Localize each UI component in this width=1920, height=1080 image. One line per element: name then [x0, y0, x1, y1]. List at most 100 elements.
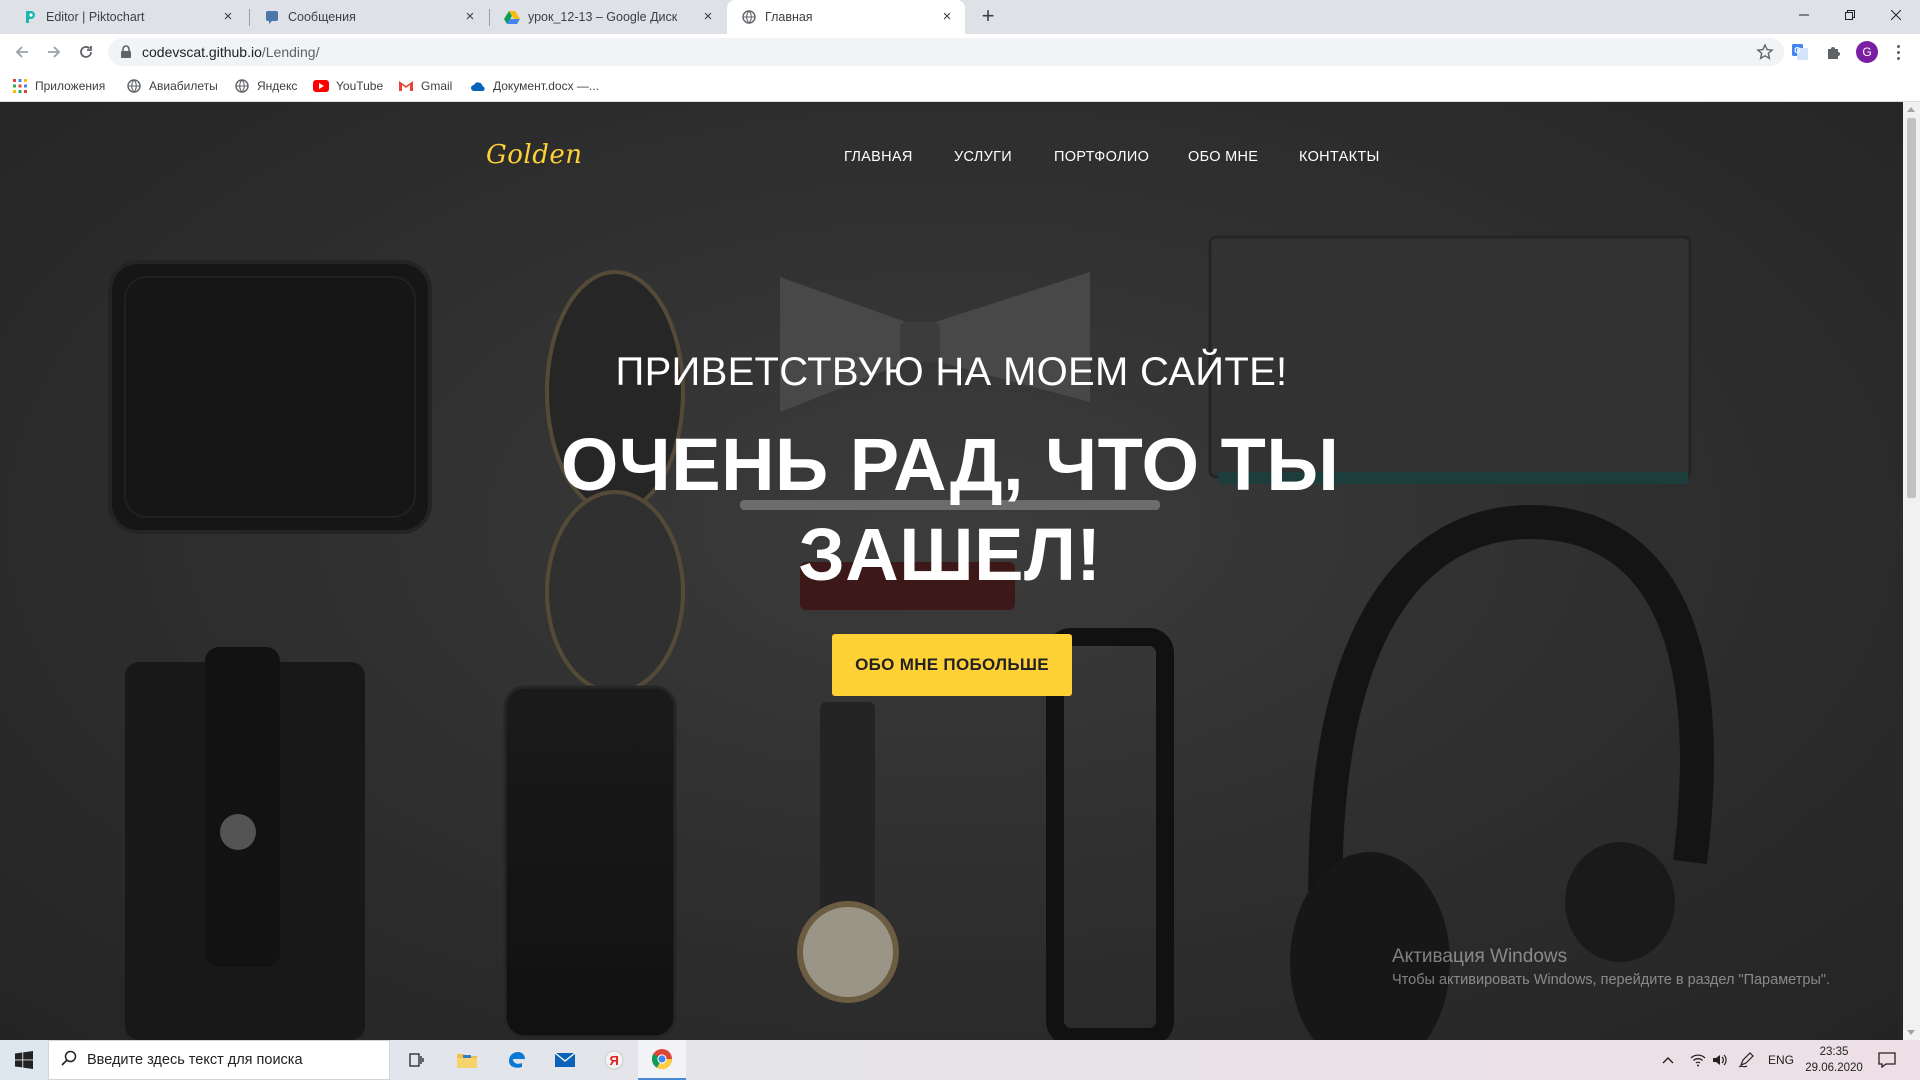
globe-icon	[234, 78, 250, 94]
address-bar[interactable]: codevscat.github.io/Lending/	[108, 38, 1784, 66]
pen-icon	[1738, 1052, 1754, 1068]
hero-title: ОЧЕНЬ РАД, ЧТО ТЫ ЗАШЕЛ!	[560, 423, 1340, 596]
tab-strip: Editor | Piktochart × Сообщения × урок_1…	[0, 0, 1920, 34]
close-icon[interactable]: ×	[939, 9, 955, 25]
mail-button[interactable]	[541, 1040, 589, 1080]
folder-icon	[457, 1054, 477, 1068]
minimize-icon	[1799, 14, 1809, 16]
close-icon[interactable]: ×	[220, 9, 236, 25]
gmail-icon	[398, 78, 414, 94]
bookmark-star-icon[interactable]	[1756, 43, 1774, 66]
scroll-up-icon[interactable]	[1907, 107, 1915, 112]
nav-link-home[interactable]: ГЛАВНАЯ	[844, 149, 913, 165]
svg-text:Я: Я	[610, 1053, 619, 1068]
bookmark-gmail[interactable]: Gmail	[398, 77, 452, 95]
extensions-button[interactable]	[1822, 40, 1846, 64]
file-explorer-button[interactable]	[443, 1040, 491, 1080]
speaker-icon	[1713, 1054, 1727, 1066]
globe-icon	[741, 9, 757, 25]
browser-menu-icon[interactable]	[1888, 42, 1908, 62]
activation-title: Активация Windows	[1392, 946, 1568, 967]
nav-link-portfolio[interactable]: ПОРТФОЛИО	[1054, 149, 1149, 165]
close-icon	[1891, 10, 1901, 20]
taskbar-clock[interactable]: 23:35 29.06.2020	[1800, 1044, 1868, 1076]
apps-grid-icon	[12, 78, 28, 94]
chrome-icon	[651, 1049, 673, 1070]
tab-title: урок_12-13 – Google Диск	[528, 10, 678, 24]
close-icon[interactable]: ×	[462, 9, 478, 25]
forward-button[interactable]	[40, 38, 68, 66]
translate-extension-button[interactable]: G	[1788, 40, 1812, 64]
tab-messages[interactable]: Сообщения ×	[250, 0, 488, 34]
taskbar-search[interactable]: Введите здесь текст для поиска	[48, 1040, 390, 1080]
bookmark-label: Яндекс	[257, 79, 298, 93]
yandex-browser-icon: Я	[604, 1050, 624, 1070]
url-path: /Lending/	[261, 44, 320, 60]
onedrive-icon	[470, 78, 486, 94]
puzzle-icon	[1828, 47, 1840, 59]
start-button[interactable]	[0, 1040, 48, 1080]
edge-button[interactable]	[492, 1040, 540, 1080]
task-view-icon	[409, 1053, 424, 1067]
bookmarks-bar: Приложения Авиабилеты Яндекс YouTube Gma…	[0, 70, 1920, 102]
tab-piktochart[interactable]: Editor | Piktochart ×	[8, 0, 246, 34]
bookmark-yandex[interactable]: Яндекс	[234, 77, 297, 95]
bookmark-apps[interactable]: Приложения	[12, 77, 105, 95]
site-logo[interactable]: Golden	[486, 140, 583, 170]
arrow-left-icon	[15, 46, 28, 58]
about-more-button[interactable]: ОБО МНЕ ПОБОЛЬШЕ	[832, 634, 1072, 696]
windows-logo-icon	[15, 1051, 33, 1069]
chevron-up-icon	[1662, 1057, 1674, 1064]
bookmark-document[interactable]: Документ.docx —...	[470, 77, 599, 95]
hero-subtitle: ПРИВЕТСТВУЮ НА МОЕМ САЙТЕ!	[615, 350, 1288, 394]
tray-overflow-button[interactable]	[1662, 1040, 1674, 1080]
close-icon[interactable]: ×	[700, 9, 716, 25]
piktochart-icon	[22, 9, 38, 25]
chrome-button[interactable]	[638, 1040, 686, 1080]
page-scrollbar[interactable]	[1903, 102, 1920, 1040]
task-view-button[interactable]	[392, 1040, 440, 1080]
arrow-right-icon	[48, 46, 61, 58]
google-drive-icon	[504, 9, 520, 25]
search-placeholder: Введите здесь текст для поиска	[87, 1052, 303, 1068]
scroll-down-icon[interactable]	[1907, 1030, 1915, 1035]
url-host: codevscat.github.io	[142, 44, 262, 60]
volume-button[interactable]	[1712, 1040, 1728, 1080]
minimize-button[interactable]	[1781, 0, 1827, 30]
yandex-browser-button[interactable]: Я	[590, 1040, 638, 1080]
bookmark-youtube[interactable]: YouTube	[313, 77, 383, 95]
tab-title: Главная	[765, 10, 813, 24]
input-language-button[interactable]: ENG	[1768, 1040, 1794, 1080]
profile-avatar[interactable]: G	[1856, 41, 1878, 63]
close-window-button[interactable]	[1873, 0, 1919, 30]
back-button[interactable]	[8, 38, 36, 66]
bookmark-label: Авиабилеты	[149, 79, 218, 93]
bookmark-aviabilety[interactable]: Авиабилеты	[126, 77, 218, 95]
svg-text:G: G	[1794, 46, 1800, 55]
tab-title: Сообщения	[288, 10, 356, 24]
reload-button[interactable]	[72, 38, 100, 66]
notification-icon	[1878, 1052, 1896, 1068]
clock-time: 23:35	[1819, 1046, 1849, 1058]
restore-icon	[1845, 10, 1855, 20]
scrollbar-thumb[interactable]	[1907, 118, 1916, 498]
lock-icon[interactable]	[120, 45, 132, 64]
tab-title: Editor | Piktochart	[46, 10, 145, 24]
tab-google-drive[interactable]: урок_12-13 – Google Диск ×	[490, 0, 726, 34]
nav-link-about[interactable]: ОБО МНЕ	[1188, 149, 1258, 165]
restore-button[interactable]	[1827, 0, 1873, 30]
clock-date: 29.06.2020	[1805, 1062, 1863, 1074]
new-tab-button[interactable]: +	[976, 5, 1000, 29]
tab-main[interactable]: Главная ×	[727, 0, 965, 34]
pen-workspace-button[interactable]	[1738, 1040, 1754, 1080]
action-center-button[interactable]	[1878, 1040, 1896, 1080]
bookmark-label: Документ.docx —...	[493, 79, 599, 93]
mail-icon	[554, 1052, 576, 1067]
search-icon	[61, 1050, 77, 1071]
bookmark-label: YouTube	[336, 79, 384, 93]
reload-icon	[80, 46, 92, 58]
nav-link-services[interactable]: УСЛУГИ	[954, 149, 1012, 165]
nav-link-contacts[interactable]: КОНТАКТЫ	[1299, 149, 1380, 165]
url-text: codevscat.github.io/Lending/	[142, 44, 319, 60]
network-button[interactable]	[1690, 1040, 1706, 1080]
